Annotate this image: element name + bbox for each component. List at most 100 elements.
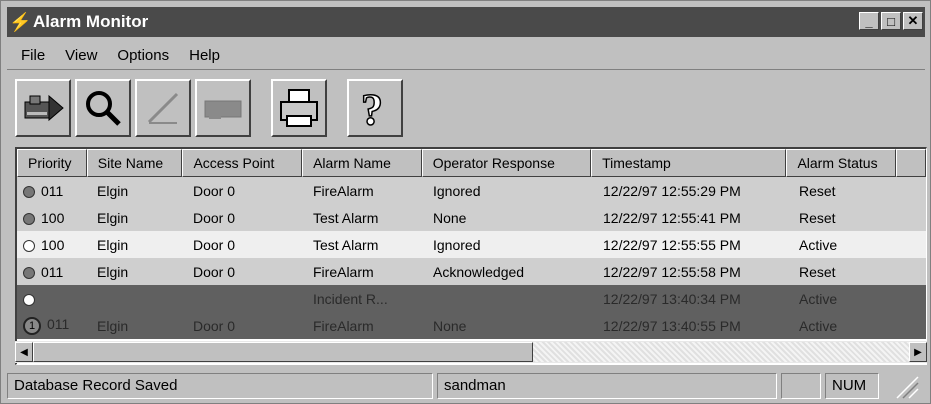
priority-value: 011: [41, 182, 64, 199]
cell-operator-response: Ignored: [433, 182, 481, 199]
header-timestamp[interactable]: Timestamp: [591, 149, 787, 177]
priority-value: 100: [41, 209, 65, 226]
alarm-state-icon: [23, 185, 35, 198]
cell-access-point: Door 0: [193, 182, 236, 199]
menu-options[interactable]: Options: [117, 47, 169, 64]
scroll-thumb[interactable]: [33, 342, 533, 362]
cell-site-name: Elgin: [97, 317, 129, 334]
cell-access-point: Door 0: [193, 263, 236, 280]
alarm-state-icon: [23, 293, 35, 306]
cell-priority: 100: [17, 210, 87, 226]
menu-file[interactable]: File: [21, 47, 45, 64]
list-header: Priority Site Name Access Point Alarm Na…: [17, 149, 926, 177]
cell-alarm-status: Reset: [799, 182, 836, 199]
cell-site-name: Elgin: [97, 263, 129, 280]
alarm-state-icon: [23, 239, 35, 252]
priority-value: 011: [47, 316, 70, 333]
menu-bar: File View Options Help: [7, 41, 925, 70]
alarm-state-icon: [23, 266, 35, 279]
window-controls: _ □ ✕: [859, 12, 923, 30]
lightning-icon: ⚡: [9, 11, 32, 32]
cell-alarm-status: Active: [799, 317, 838, 334]
cell-alarm-name: FireAlarm: [313, 317, 374, 334]
cell-timestamp: 12/22/97 13:40:34 PM: [603, 290, 741, 307]
cell-site-name: Elgin: [97, 182, 129, 199]
table-row[interactable]: 1 011 Elgin Door 0 FireAlarm None 12/22/97 13:…: [17, 312, 926, 339]
cell-alarm-status: Active: [799, 290, 838, 307]
cell-alarm-status: Active: [799, 236, 838, 253]
maximize-button[interactable]: □: [881, 12, 901, 30]
table-row[interactable]: 011 Elgin Door 0 FireAlarm Acknowledged 12/22…: [17, 258, 926, 285]
pencil-icon: [147, 92, 179, 124]
alarm-state-icon: 1: [23, 316, 41, 335]
status-message: Database Record Saved: [7, 373, 433, 399]
help-button[interactable]: ?: [347, 79, 403, 137]
cell-access-point: Door 0: [193, 209, 236, 226]
header-alarm-status[interactable]: Alarm Status: [786, 149, 897, 177]
header-operator-response[interactable]: Operator Response: [421, 149, 592, 177]
list-rows: 011 Elgin Door 0 FireAlarm Ignored 12/22/97 1…: [17, 177, 926, 339]
cell-alarm-name: FireAlarm: [313, 182, 374, 199]
resize-grip-icon[interactable]: [883, 373, 919, 399]
cell-priority: 100: [17, 237, 87, 253]
cell-operator-response: None: [433, 317, 467, 334]
print-button[interactable]: [271, 79, 327, 137]
help-question-icon: ?: [360, 84, 384, 132]
title-bar[interactable]: ⚡ Alarm Monitor _ □ ✕: [7, 7, 925, 37]
cell-site-name: Elgin: [97, 236, 129, 253]
cell-priority: 011: [17, 183, 87, 199]
scroll-track[interactable]: [533, 342, 909, 362]
table-row[interactable]: Incident R... 12/22/97 13:40:34 PM Active: [17, 285, 926, 312]
cell-alarm-status: Reset: [799, 209, 836, 226]
cell-alarm-status: Reset: [799, 263, 836, 280]
priority-value: 011: [41, 263, 64, 280]
cell-operator-response: Acknowledged: [433, 263, 525, 280]
cell-timestamp: 12/22/97 12:55:41 PM: [603, 209, 741, 226]
priority-value: 100: [41, 236, 65, 253]
menu-help[interactable]: Help: [189, 47, 220, 64]
cell-priority: 011: [17, 264, 87, 280]
header-access-point[interactable]: Access Point: [182, 149, 303, 177]
status-bar: Database Record Saved sandman NUM: [7, 371, 925, 401]
cell-access-point: Door 0: [193, 236, 236, 253]
close-button[interactable]: ✕: [903, 12, 923, 30]
alarm-state-icon: [23, 212, 35, 225]
cell-priority: 1 011: [17, 316, 87, 335]
cell-timestamp: 12/22/97 12:55:55 PM: [603, 236, 741, 253]
toolbar: ?: [15, 75, 403, 141]
arrow-left-icon: ◀: [20, 346, 28, 358]
cell-alarm-name: Test Alarm: [313, 236, 379, 253]
status-num: NUM: [825, 373, 879, 399]
status-user: sandman: [437, 373, 777, 399]
magnifier-icon: [86, 91, 121, 126]
card-icon: [204, 100, 242, 119]
scroll-left-button[interactable]: ◀: [15, 342, 33, 362]
horizontal-scrollbar[interactable]: ◀ ▶: [15, 341, 927, 363]
cell-access-point: Door 0: [193, 317, 236, 334]
minimize-button[interactable]: _: [859, 12, 879, 30]
cell-timestamp: 12/22/97 12:55:58 PM: [603, 263, 741, 280]
card-button[interactable]: [195, 79, 251, 137]
header-priority[interactable]: Priority: [17, 149, 87, 177]
table-row[interactable]: 100 Elgin Door 0 Test Alarm Ignored 12/22/97 …: [17, 231, 926, 258]
table-row[interactable]: 100 Elgin Door 0 Test Alarm None 12/22/97 12:…: [17, 204, 926, 231]
window-title: Alarm Monitor: [33, 12, 149, 31]
cell-operator-response: Ignored: [433, 236, 481, 253]
table-row[interactable]: 011 Elgin Door 0 FireAlarm Ignored 12/22/97 1…: [17, 177, 926, 204]
menu-view[interactable]: View: [65, 47, 97, 64]
search-button[interactable]: [75, 79, 131, 137]
cell-timestamp: 12/22/97 12:55:29 PM: [603, 182, 741, 199]
scroll-right-button[interactable]: ▶: [909, 342, 927, 362]
cell-alarm-name: Test Alarm: [313, 209, 379, 226]
status-panel-3: [781, 373, 821, 399]
edit-button[interactable]: [135, 79, 191, 137]
printer-icon: [280, 89, 318, 127]
cell-alarm-name: Incident R...: [313, 290, 388, 307]
header-alarm-name[interactable]: Alarm Name: [302, 149, 422, 177]
alarm-list[interactable]: Priority Site Name Access Point Alarm Na…: [15, 147, 927, 365]
svg-text:?: ?: [361, 85, 383, 132]
cell-timestamp: 12/22/97 13:40:55 PM: [603, 317, 741, 334]
header-site-name[interactable]: Site Name: [86, 149, 183, 177]
alarm-monitor-window: ⚡ Alarm Monitor _ □ ✕ File View Options …: [0, 0, 931, 404]
alarm-input-button[interactable]: [15, 79, 71, 137]
